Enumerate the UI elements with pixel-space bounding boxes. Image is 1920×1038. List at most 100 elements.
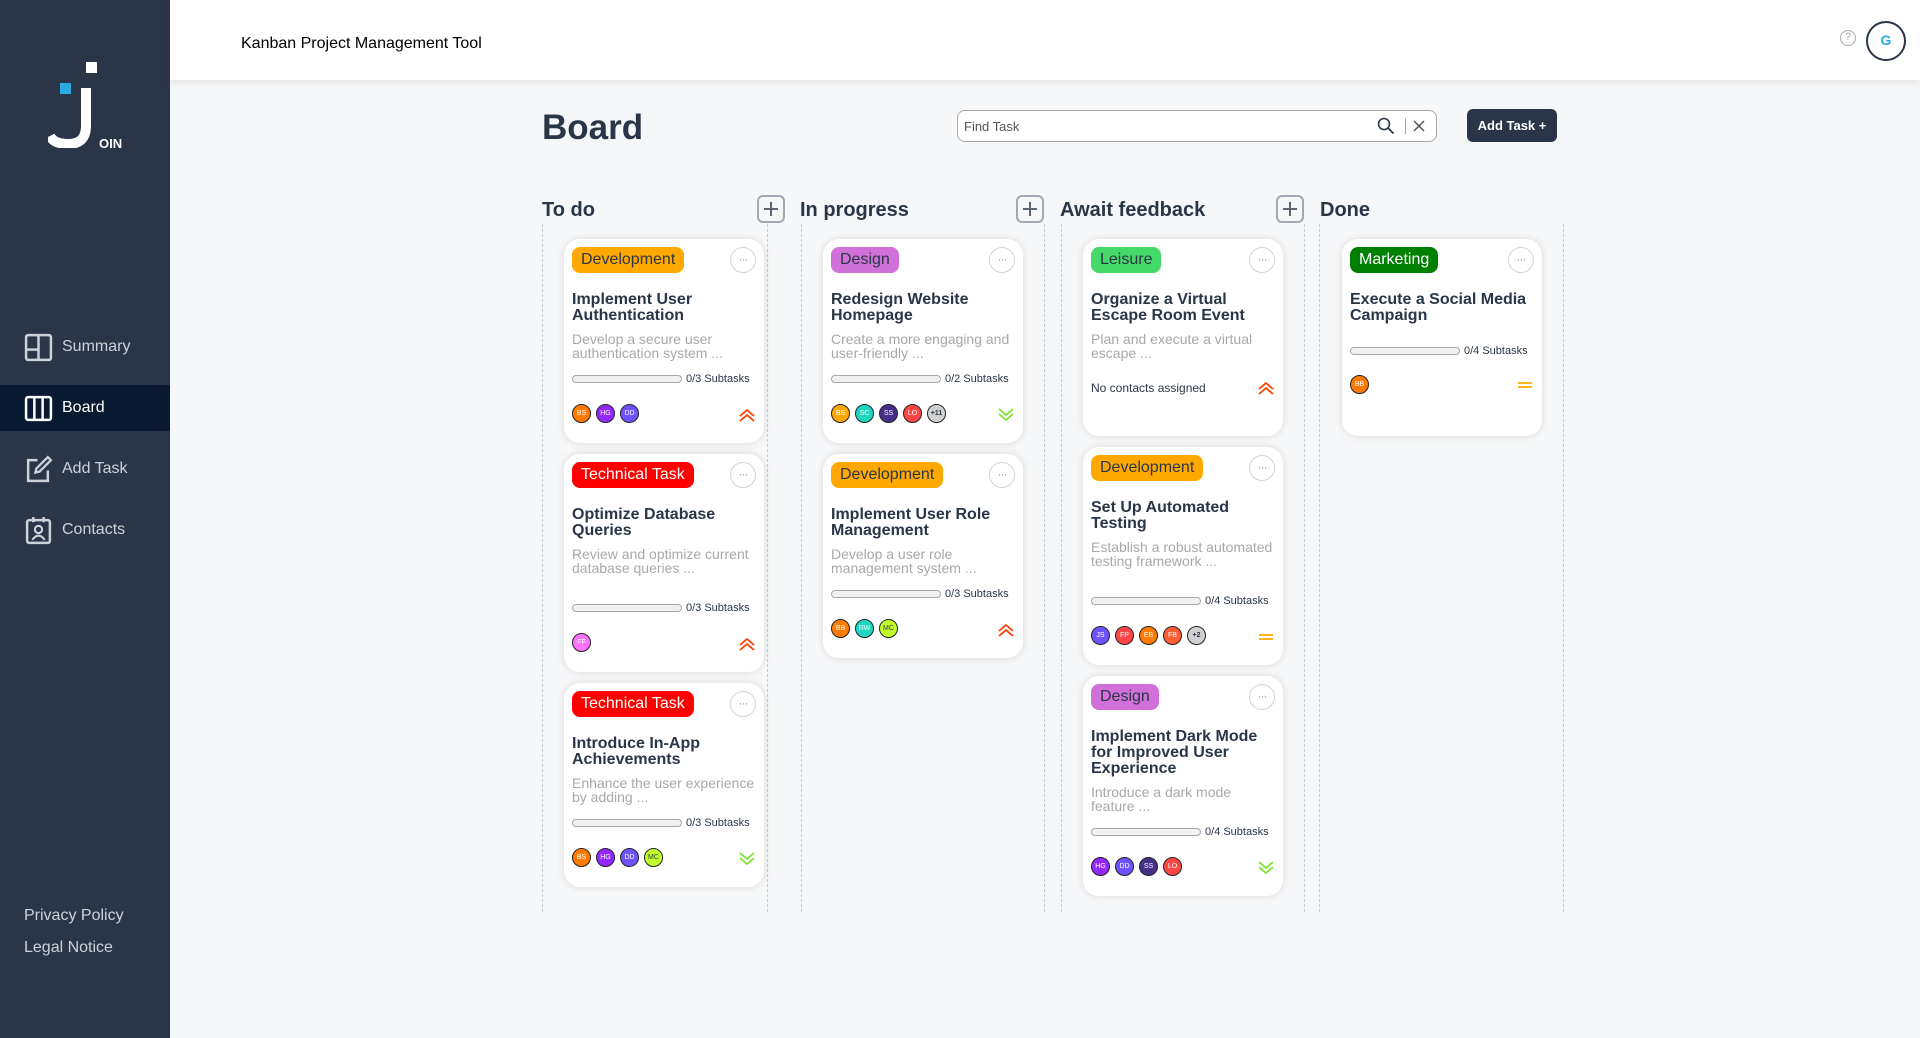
add-todo-icon[interactable] xyxy=(757,195,785,223)
task-category-tag: Development xyxy=(831,462,944,488)
task-card[interactable]: Technical Task ··· Optimize Database Que… xyxy=(564,454,764,672)
more-options-icon[interactable]: ··· xyxy=(989,462,1015,488)
column-divider xyxy=(1563,224,1564,912)
nav-item-contacts[interactable]: Contacts xyxy=(0,507,170,553)
nav-label-board: Board xyxy=(62,399,105,416)
legal-notice-link[interactable]: Legal Notice xyxy=(24,932,124,964)
task-category-tag: Technical Task xyxy=(572,691,694,717)
task-category-tag: Technical Task xyxy=(572,462,694,488)
more-options-icon[interactable]: ··· xyxy=(730,247,756,273)
priority-medium-icon xyxy=(1518,382,1532,388)
add-await-feedback-icon[interactable] xyxy=(1276,195,1304,223)
priority-medium-icon xyxy=(1259,634,1273,640)
assignee-avatar: DD xyxy=(1115,857,1134,876)
assignee-avatar: DD xyxy=(620,848,639,867)
more-options-icon[interactable]: ··· xyxy=(1508,247,1534,273)
assignee-avatar: JS xyxy=(1091,626,1110,645)
assignee-list: BS HG DD MC xyxy=(572,848,668,867)
assignee-avatar: MC xyxy=(644,848,663,867)
subtask-progress-bar xyxy=(1350,347,1460,355)
assignee-avatar: SC xyxy=(855,404,874,423)
clear-search-icon[interactable] xyxy=(1412,119,1426,133)
task-card[interactable]: Development ··· Implement User Authentic… xyxy=(564,239,764,443)
contacts-icon xyxy=(25,516,52,544)
add-task-icon xyxy=(26,454,53,482)
column-title-in-progress: In progress xyxy=(800,198,909,221)
column-divider xyxy=(1061,224,1062,912)
nav-item-add-task[interactable]: Add Task xyxy=(0,446,170,492)
task-card[interactable]: Design ··· Redesign Website Homepage Cre… xyxy=(823,239,1023,443)
footer-links: Privacy Policy Legal Notice xyxy=(24,900,124,964)
nav-label-contacts: Contacts xyxy=(62,521,126,538)
search-icon[interactable] xyxy=(1377,117,1395,135)
task-description: Develop a user role management system ..… xyxy=(831,546,977,576)
board-icon xyxy=(24,395,53,421)
logo-text: OIN xyxy=(99,136,123,151)
more-options-icon[interactable]: ··· xyxy=(730,691,756,717)
subtask-progress-bar xyxy=(1091,597,1201,605)
help-icon[interactable]: ? xyxy=(1840,30,1856,46)
subtask-count: 0/3 Subtasks xyxy=(686,602,750,614)
sidebar: OIN Summary Board Add Task Contacts Priv… xyxy=(0,0,170,1038)
subtask-count: 0/3 Subtasks xyxy=(945,588,1009,600)
more-options-icon[interactable]: ··· xyxy=(989,247,1015,273)
task-category-tag: Leisure xyxy=(1091,247,1162,273)
privacy-policy-link[interactable]: Privacy Policy xyxy=(24,900,124,932)
column-divider xyxy=(801,224,802,912)
search-separator xyxy=(1405,118,1406,134)
search-input[interactable] xyxy=(964,118,1377,134)
priority-low-icon xyxy=(998,408,1014,422)
task-card[interactable]: Technical Task ··· Introduce In-App Achi… xyxy=(564,683,764,887)
task-card[interactable]: Development ··· Implement User Role Mana… xyxy=(823,454,1023,658)
add-task-button[interactable]: Add Task + xyxy=(1467,109,1557,142)
more-assignees-badge: +2 xyxy=(1187,626,1206,645)
assignee-avatar: RW xyxy=(855,619,874,638)
column-divider xyxy=(1304,224,1305,912)
app-title: Kanban Project Management Tool xyxy=(241,35,482,52)
column-title-await-feedback: Await feedback xyxy=(1060,198,1206,221)
assignee-list: BB RW MC xyxy=(831,619,903,638)
more-options-icon[interactable]: ··· xyxy=(730,462,756,488)
assignee-list: BS HG DD xyxy=(572,404,644,423)
task-title: Implement User Role Management xyxy=(831,506,991,539)
task-description: Create a more engaging and user-friendly… xyxy=(831,331,1010,361)
task-card[interactable]: Development ··· Set Up Automated Testing… xyxy=(1083,447,1283,665)
assignee-list: JS FP EB FB +2 xyxy=(1091,626,1211,645)
task-description: Review and optimize current database que… xyxy=(572,546,749,576)
task-category-tag: Design xyxy=(831,247,899,273)
column-title-done: Done xyxy=(1320,198,1370,221)
task-card[interactable]: Marketing ··· Execute a Social Media Cam… xyxy=(1342,239,1542,436)
main-nav: Summary Board Add Task Contacts xyxy=(0,324,170,568)
subtask-count: 0/3 Subtasks xyxy=(686,817,750,829)
assignee-avatar: BS xyxy=(572,848,591,867)
assignee-avatar: LO xyxy=(903,404,922,423)
task-category-tag: Development xyxy=(1091,455,1204,481)
column-title-todo: To do xyxy=(542,198,595,221)
nav-item-summary[interactable]: Summary xyxy=(0,324,170,370)
task-card[interactable]: Design ··· Implement Dark Mode for Impro… xyxy=(1083,676,1283,896)
more-options-icon[interactable]: ··· xyxy=(1249,684,1275,710)
join-logo[interactable]: OIN xyxy=(46,58,122,154)
column-divider xyxy=(1044,224,1045,912)
add-in-progress-icon[interactable] xyxy=(1016,195,1044,223)
task-category-tag: Design xyxy=(1091,684,1159,710)
more-options-icon[interactable]: ··· xyxy=(1249,455,1275,481)
assignee-avatar: MC xyxy=(879,619,898,638)
priority-low-icon xyxy=(739,852,755,866)
assignee-avatar: BB xyxy=(831,619,850,638)
user-avatar[interactable]: G xyxy=(1866,21,1906,61)
search-box xyxy=(957,110,1437,142)
task-description: Enhance the user experience by adding ..… xyxy=(572,775,755,805)
subtask-progress-bar xyxy=(572,604,682,612)
nav-item-board[interactable]: Board xyxy=(0,385,170,431)
task-category-tag: Marketing xyxy=(1350,247,1439,273)
assignee-avatar: FF xyxy=(572,633,591,652)
assignee-avatar: BS xyxy=(572,404,591,423)
page-title: Board xyxy=(542,108,644,147)
assignee-list: BS SC SS LO +11 xyxy=(831,404,951,423)
task-title: Implement Dark Mode for Improved User Ex… xyxy=(1091,728,1258,777)
task-description: Introduce a dark mode feature ... xyxy=(1091,784,1232,814)
task-card[interactable]: Leisure ··· Organize a Virtual Escape Ro… xyxy=(1083,239,1283,436)
more-options-icon[interactable]: ··· xyxy=(1249,247,1275,273)
task-title: Optimize Database Queries xyxy=(572,506,716,539)
